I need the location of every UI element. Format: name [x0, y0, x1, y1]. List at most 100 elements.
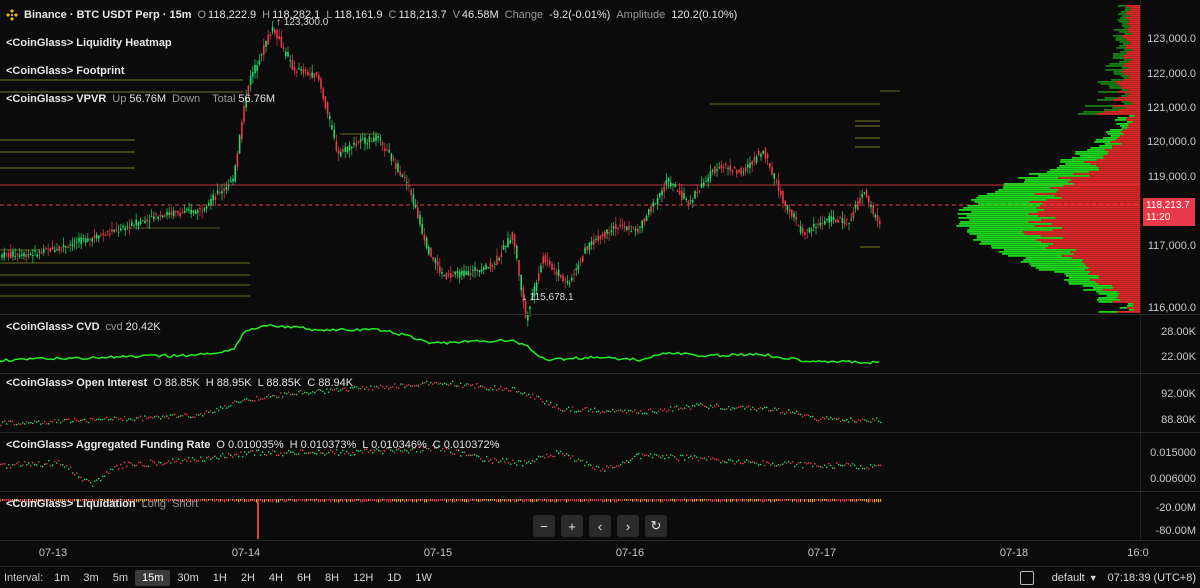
funding-mark: [708, 455, 710, 458]
funding-mark: [548, 456, 550, 458]
funding-mark: [834, 467, 836, 469]
oi-mark: [456, 385, 458, 387]
funding-mark: [504, 461, 506, 463]
funding-mark: [208, 456, 210, 458]
zoom-out-button[interactable]: −: [533, 515, 555, 537]
oi-mark: [24, 423, 26, 425]
funding-low: L 0.010346%: [362, 439, 427, 451]
liquidation-bar: [520, 499, 522, 501]
pane-separator[interactable]: [0, 432, 1200, 433]
oi-mark: [454, 385, 456, 387]
interval-2H[interactable]: 2H: [234, 570, 262, 586]
time-axis-label: 07-18: [999, 547, 1029, 559]
interval-15m[interactable]: 15m: [134, 569, 171, 586]
liquidation-bar: [342, 499, 344, 503]
liquidation-bar: [362, 499, 364, 503]
liquidation-bar: [638, 499, 640, 502]
oi-mark: [504, 388, 506, 390]
candle-body: [777, 180, 780, 192]
indicator-funding-rate[interactable]: <CoinGlass> Aggregated Funding Rate O 0.…: [6, 439, 499, 451]
vpvr-bar-up: [1110, 129, 1124, 131]
oi-mark: [208, 411, 210, 413]
interval-1H[interactable]: 1H: [206, 570, 234, 586]
funding-mark: [294, 453, 296, 455]
pane-separator[interactable]: [0, 540, 1200, 541]
interval-6H[interactable]: 6H: [290, 570, 318, 586]
scroll-left-button[interactable]: ‹: [589, 515, 611, 537]
oi-mark: [648, 408, 650, 411]
vpvr-bar-down: [1102, 289, 1140, 291]
oi-mark: [188, 416, 190, 418]
indicator-liquidity-heatmap[interactable]: <CoinGlass> Liquidity Heatmap: [6, 37, 172, 49]
price-scale[interactable]: [1140, 0, 1200, 540]
pane-separator[interactable]: [0, 314, 1200, 315]
checkbox[interactable]: [1019, 571, 1034, 585]
liquidation-bar: [652, 499, 654, 503]
oi-mark: [290, 394, 292, 396]
binance-logo-icon: [6, 9, 18, 21]
interval-1W[interactable]: 1W: [408, 570, 439, 586]
vpvr-bar-up: [1118, 31, 1129, 33]
liquidation-bar: [684, 499, 686, 501]
pane-separator[interactable]: [0, 491, 1200, 492]
layout-select[interactable]: default ▼: [1052, 572, 1098, 584]
indicator-vpvr[interactable]: <CoinGlass> VPVR Up 56.76M Down Total 56…: [6, 93, 275, 105]
interval-1D[interactable]: 1D: [380, 570, 408, 586]
indicator-cvd[interactable]: <CoinGlass> CVD cvd 20.42K: [6, 321, 161, 333]
pane-separator[interactable]: [0, 373, 1200, 374]
liquidation-bar: [712, 499, 714, 502]
scroll-right-button[interactable]: ›: [617, 515, 639, 537]
vpvr-bar-up: [1117, 117, 1127, 119]
candle-body: [161, 215, 164, 218]
candle-body: [102, 233, 104, 235]
indicator-open-interest[interactable]: <CoinGlass> Open Interest O 88.85K H 88.…: [6, 377, 353, 389]
funding-mark: [40, 465, 42, 467]
interval-1m[interactable]: 1m: [47, 570, 76, 586]
vpvr-bar-up: [1114, 119, 1126, 121]
candle-body: [489, 262, 492, 270]
candle-body: [230, 180, 232, 183]
indicator-footprint[interactable]: <CoinGlass> Footprint: [6, 65, 125, 77]
interval-3m[interactable]: 3m: [76, 570, 105, 586]
funding-mark: [394, 451, 396, 454]
price-chart-canvas[interactable]: [0, 0, 1140, 540]
candle-body: [29, 253, 32, 255]
interval-12H[interactable]: 12H: [346, 570, 380, 586]
liquidation-bar: [788, 499, 790, 501]
oi-mark: [652, 410, 654, 413]
candle-body: [799, 226, 802, 233]
candle-body: [412, 194, 415, 205]
reset-button[interactable]: ↻: [645, 515, 667, 537]
indicator-liquidation[interactable]: <CoinGlass> Liquidation Long Short: [6, 498, 198, 510]
candle-body: [874, 214, 877, 218]
vpvr-bar-up: [1108, 85, 1121, 87]
funding-mark: [496, 459, 498, 461]
funding-mark: [6, 467, 8, 469]
chart-area[interactable]: [0, 0, 1140, 540]
funding-mark: [778, 464, 780, 466]
liquidation-bar: [722, 499, 724, 502]
candle-body: [23, 252, 25, 257]
oi-mark: [520, 392, 522, 394]
oi-mark: [142, 419, 144, 422]
liquidation-bar: [666, 499, 668, 502]
interval-8H[interactable]: 8H: [318, 570, 346, 586]
funding-mark: [150, 459, 152, 461]
liquidation-bar: [392, 499, 394, 502]
vpvr-bar-up: [995, 191, 1057, 193]
zoom-in-button[interactable]: +: [561, 515, 583, 537]
interval-30m[interactable]: 30m: [170, 570, 205, 586]
candle-body: [590, 241, 593, 245]
oi-mark: [422, 382, 424, 384]
interval-5m[interactable]: 5m: [106, 570, 135, 586]
vpvr-bar-down: [1132, 49, 1140, 51]
interval-4H[interactable]: 4H: [262, 570, 290, 586]
funding-mark: [586, 461, 588, 463]
vpvr-bar-up: [1119, 45, 1126, 47]
liquidation-bar: [296, 499, 298, 503]
vpvr-bar-down: [1127, 127, 1140, 129]
oi-mark: [712, 406, 714, 409]
oi-open: O 88.85K: [153, 377, 200, 389]
funding-mark: [472, 454, 474, 456]
oi-mark: [642, 413, 644, 415]
